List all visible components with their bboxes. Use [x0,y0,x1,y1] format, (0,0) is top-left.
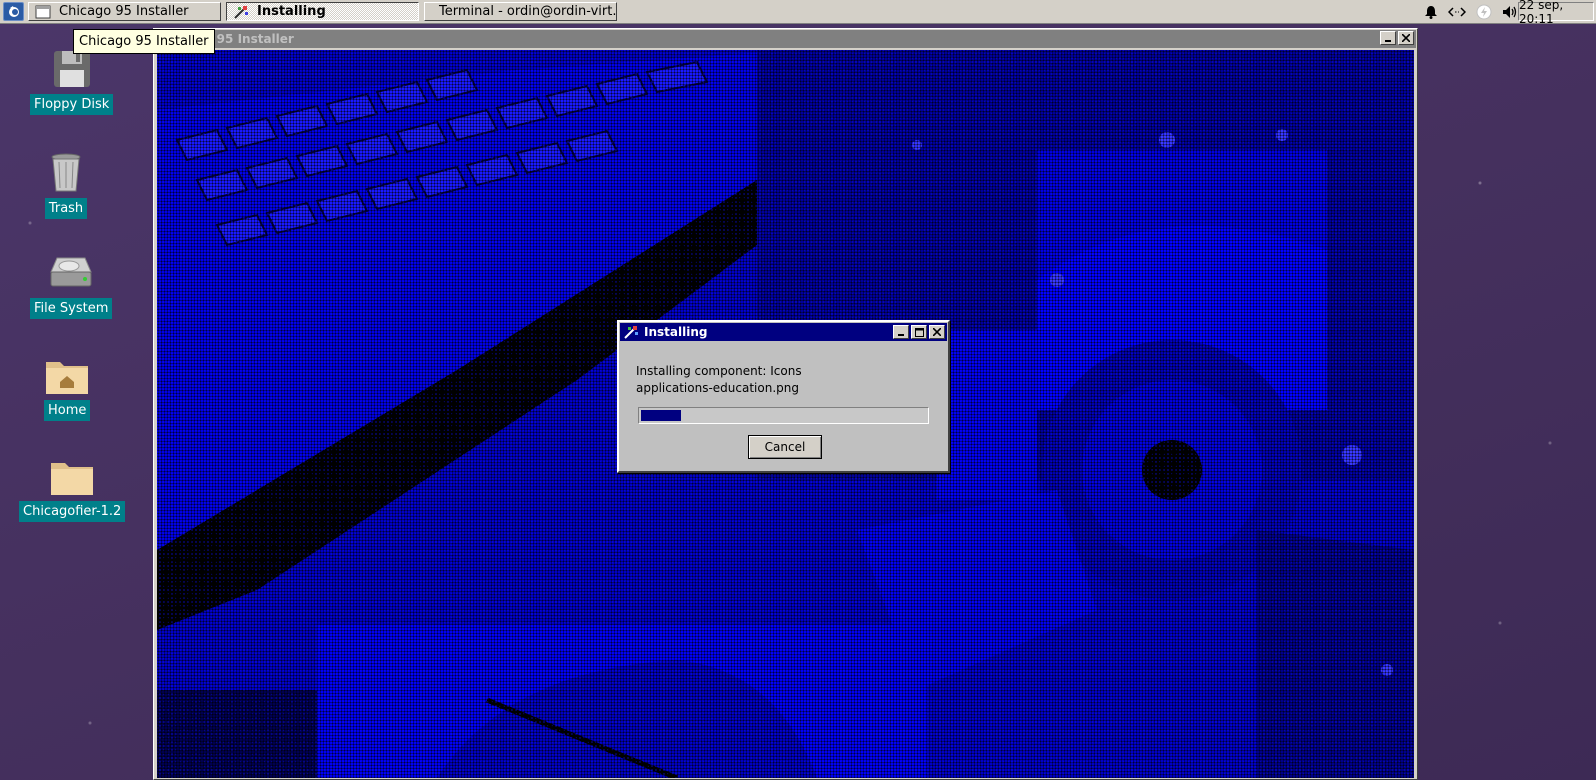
minimize-icon [898,334,904,336]
installer-window-titlebar[interactable]: Chicago 95 Installer [155,30,1416,48]
task-label: Chicago 95 Installer [59,4,189,19]
trash-icon [51,153,81,192]
dialog-title: Installing [644,325,708,339]
desktop-icon-file-system[interactable]: File System [30,254,113,319]
cancel-button[interactable]: Cancel [748,435,822,459]
minimize-icon [1385,40,1391,42]
window-controls [1380,31,1414,45]
minimize-button[interactable] [1380,31,1396,45]
desktop-icon-label: Floppy Disk [30,94,114,115]
task-label: Terminal - ordin@ordin-virt... [439,4,617,19]
notification-bell-icon[interactable] [1424,5,1438,19]
desktop-icon-label: File System [30,298,113,319]
taskbar-tooltip: Chicago 95 Installer [73,29,215,54]
install-file-line: applications-education.png [636,381,799,395]
installer-icon [234,5,248,19]
network-icon[interactable] [1448,6,1466,18]
desktop-icon-trash[interactable]: Trash [44,150,88,219]
clock[interactable]: 22 sep, 20:11 [1518,0,1594,26]
close-icon [1402,34,1410,42]
minimize-button[interactable] [893,325,909,339]
task-terminal[interactable]: Terminal - ordin@ordin-virt... [424,2,617,21]
task-chicago-installer[interactable]: Chicago 95 Installer [28,2,221,21]
close-button[interactable] [1398,31,1414,45]
desktop-icon-home[interactable]: Home [44,356,91,421]
task-installing[interactable]: Installing [226,2,419,21]
maximize-icon [914,327,924,337]
close-icon [933,328,941,336]
dialog-message: Installing component: Icons applications… [636,363,802,397]
desktop-icon-label: Chicagofier-1.2 [19,501,126,522]
maximize-button[interactable] [911,325,927,339]
home-folder-icon [46,362,89,394]
system-tray [1424,0,1518,23]
taskbar: Chicago 95 Installer Installing Terminal… [0,0,1596,26]
install-progress-bar [638,407,929,424]
dialog-window-controls [893,325,945,339]
desktop-icon-chicagofier[interactable]: Chicagofier-1.2 [19,457,126,522]
hard-drive-icon [50,257,92,287]
desktop-icon-label: Trash [44,198,88,219]
progress-fill [641,410,681,421]
installer-icon [624,326,638,339]
installing-dialog: Installing Installing component: Icons a… [617,320,950,473]
dialog-titlebar[interactable]: Installing [620,323,947,341]
install-status-line: Installing component: Icons [636,364,802,378]
close-button[interactable] [929,325,945,339]
start-menu-icon [8,6,19,17]
folder-icon [51,463,94,495]
desktop-icon-label: Home [44,400,91,421]
start-menu-button[interactable] [3,2,24,21]
power-icon[interactable] [1476,4,1492,20]
task-label: Installing [257,4,326,19]
window-icon [35,5,51,18]
floppy-disk-icon [53,51,90,87]
desktop-icon-floppy-disk[interactable]: Floppy Disk [30,48,114,115]
volume-icon[interactable] [1502,5,1518,19]
